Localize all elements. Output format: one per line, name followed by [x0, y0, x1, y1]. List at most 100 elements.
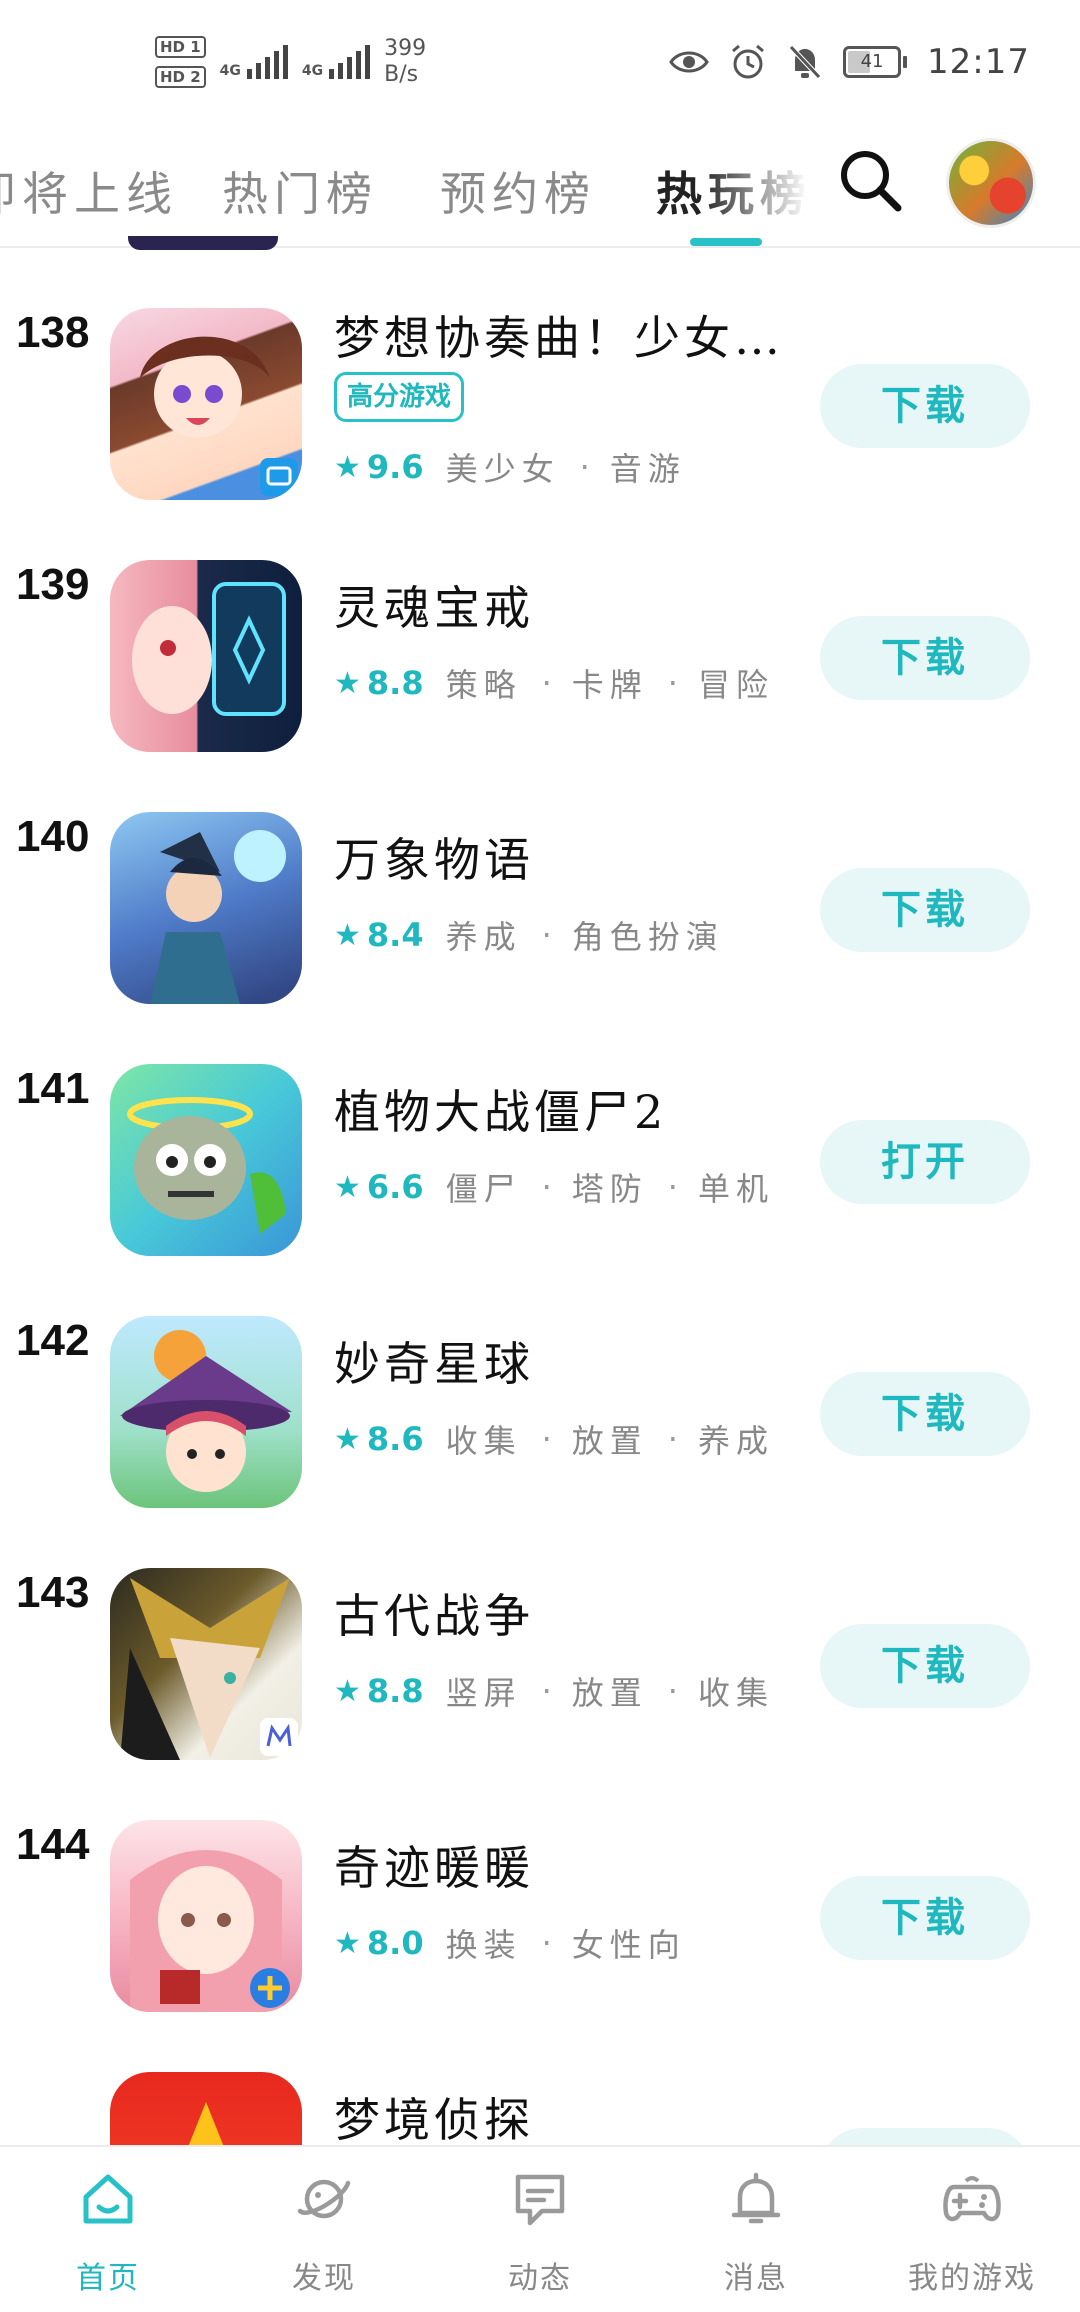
hd2-badge: HD 2	[155, 66, 206, 88]
game-tag: 音游	[609, 450, 686, 488]
previous-item-icon-edge	[128, 236, 278, 250]
nav-discover[interactable]: 发现	[216, 2147, 432, 2312]
game-tag: 收集	[445, 1422, 522, 1460]
game-row[interactable]: 143 古代战争 ★ 8.8 竖屏 · 放置 · 收集 下载	[0, 1510, 1080, 1762]
clock: 12:17	[927, 42, 1030, 82]
game-name[interactable]: 妙奇星球	[334, 1328, 534, 1394]
tab-fade-overlay	[700, 120, 820, 240]
game-name[interactable]: 万象物语	[334, 824, 534, 890]
game-meta: ★ 6.6 僵尸 · 塔防 · 单机	[334, 1164, 774, 1210]
alarm-icon	[732, 44, 764, 79]
game-meta: ★ 8.6 收集 · 放置 · 养成	[334, 1416, 774, 1462]
home-icon	[83, 2174, 133, 2224]
rank-number: 139	[16, 560, 90, 609]
gamepad-icon	[943, 2176, 1001, 2222]
game-icon[interactable]	[110, 1316, 302, 1508]
download-button[interactable]: 下载	[820, 1372, 1030, 1456]
user-avatar[interactable]	[946, 138, 1036, 228]
game-icon[interactable]	[110, 1568, 302, 1760]
bell-icon	[731, 2172, 781, 2224]
game-name[interactable]: 灵魂宝戒	[334, 572, 534, 638]
game-name[interactable]: 梦境侦探	[334, 2084, 534, 2150]
game-icon[interactable]	[110, 560, 302, 752]
game-score: 8.6	[366, 1420, 424, 1458]
tab-reservation[interactable]: 预约榜	[440, 158, 596, 224]
game-score: 9.6	[366, 448, 424, 486]
game-score: 8.0	[366, 1924, 424, 1962]
nav-label: 动态	[508, 2261, 572, 2296]
rank-number: 142	[16, 1316, 90, 1365]
download-button[interactable]: 下载	[820, 364, 1030, 448]
game-row[interactable]: 138 梦想协奏曲！少女乐… 高分游戏 ★ 9.6 美少女 · 音游 下载	[0, 250, 1080, 502]
game-meta: ★ 8.8 策略 · 卡牌 · 冒险	[334, 660, 774, 706]
eye-icon	[669, 51, 709, 73]
star-icon: ★	[334, 1169, 361, 1205]
game-tag: 僵尸	[445, 1170, 522, 1208]
game-icon[interactable]	[110, 1064, 302, 1256]
star-icon: ★	[334, 1421, 361, 1457]
nav-label: 首页	[76, 2261, 140, 2296]
nav-feed[interactable]: 动态	[432, 2147, 648, 2312]
mute-bell-icon	[789, 45, 821, 79]
nav-home[interactable]: 首页	[0, 2147, 216, 2312]
game-icon[interactable]	[110, 812, 302, 1004]
nav-my-games[interactable]: 我的游戏	[864, 2147, 1080, 2312]
download-button[interactable]: 下载	[820, 1624, 1030, 1708]
game-name[interactable]: 梦想协奏曲！少女乐…	[334, 302, 814, 368]
status-bar: HD 1 HD 2 4G 4G 399 B/s 41 12:17	[0, 0, 1080, 120]
hd1-badge: HD 1	[155, 36, 206, 58]
game-meta: ★ 8.4 养成 · 角色扮演	[334, 912, 724, 958]
network-speed-value: 399	[384, 36, 427, 61]
game-tag: 冒险	[697, 666, 774, 704]
game-tag: 角色扮演	[571, 918, 724, 956]
game-score: 8.4	[366, 916, 424, 954]
game-tag: 策略	[445, 666, 522, 704]
battery-level: 41	[843, 46, 902, 78]
high-score-badge: 高分游戏	[334, 372, 465, 422]
tab-hot[interactable]: 热门榜	[222, 158, 378, 224]
search-icon[interactable]	[834, 144, 906, 216]
nav-label: 我的游戏	[908, 2261, 1036, 2296]
game-icon[interactable]	[110, 1820, 302, 2012]
star-icon: ★	[334, 449, 361, 485]
network-type-2: 4G	[301, 63, 324, 79]
star-icon: ★	[334, 665, 361, 701]
game-row[interactable]: 140 万象物语 ★ 8.4 养成 · 角色扮演 下载	[0, 754, 1080, 1006]
rank-number: 143	[16, 1568, 90, 1617]
open-button[interactable]: 打开	[820, 1120, 1030, 1204]
game-name[interactable]: 植物大战僵尸2	[334, 1076, 667, 1142]
nav-messages[interactable]: 消息	[648, 2147, 864, 2312]
game-tag: 女性向	[571, 1926, 686, 1964]
download-button[interactable]: 下载	[820, 616, 1030, 700]
game-row[interactable]: 142 妙奇星球 ★ 8.6 收集 · 放置 · 养成 下载	[0, 1258, 1080, 1510]
game-row[interactable]: 139 灵魂宝戒 ★ 8.8 策略 · 卡牌 · 冒险 下载	[0, 502, 1080, 754]
chat-icon	[515, 2174, 565, 2226]
planet-icon	[297, 2179, 351, 2219]
game-meta: ★ 9.6 美少女 · 音游	[334, 444, 686, 490]
category-tab-bar: 即将上线 热门榜 预约榜 热玩榜	[0, 120, 1080, 248]
tab-upcoming[interactable]: 即将上线	[0, 158, 178, 224]
game-tag: 放置	[571, 1674, 648, 1712]
nav-label: 消息	[724, 2261, 788, 2296]
download-button[interactable]: 下载	[820, 868, 1030, 952]
game-tag: 换装	[445, 1926, 522, 1964]
star-icon: ★	[334, 917, 361, 953]
game-row[interactable]: 141 植物大战僵尸2 ★ 6.6 僵尸 · 塔防 · 单机 打开	[0, 1006, 1080, 1258]
signal-1-icon: 4G	[220, 45, 288, 79]
game-score: 6.6	[366, 1168, 424, 1206]
game-tag: 竖屏	[445, 1674, 522, 1712]
bottom-navigation: 首页 发现 动态 消息 我的游戏	[0, 2145, 1080, 2312]
game-tag: 收集	[697, 1674, 774, 1712]
game-tag: 塔防	[571, 1170, 648, 1208]
game-tag: 放置	[571, 1422, 648, 1460]
game-name[interactable]: 古代战争	[334, 1580, 534, 1646]
rank-number: 141	[16, 1064, 90, 1113]
game-icon[interactable]	[110, 308, 302, 500]
star-icon: ★	[334, 1925, 361, 1961]
game-row[interactable]: 144 奇迹暖暖 ★ 8.0 换装 · 女性向 下载	[0, 1762, 1080, 2014]
download-button[interactable]: 下载	[820, 1876, 1030, 1960]
game-name[interactable]: 奇迹暖暖	[334, 1832, 534, 1898]
network-speed-unit: B/s	[384, 62, 419, 87]
game-tag: 养成	[697, 1422, 774, 1460]
rank-number: 140	[16, 812, 90, 861]
